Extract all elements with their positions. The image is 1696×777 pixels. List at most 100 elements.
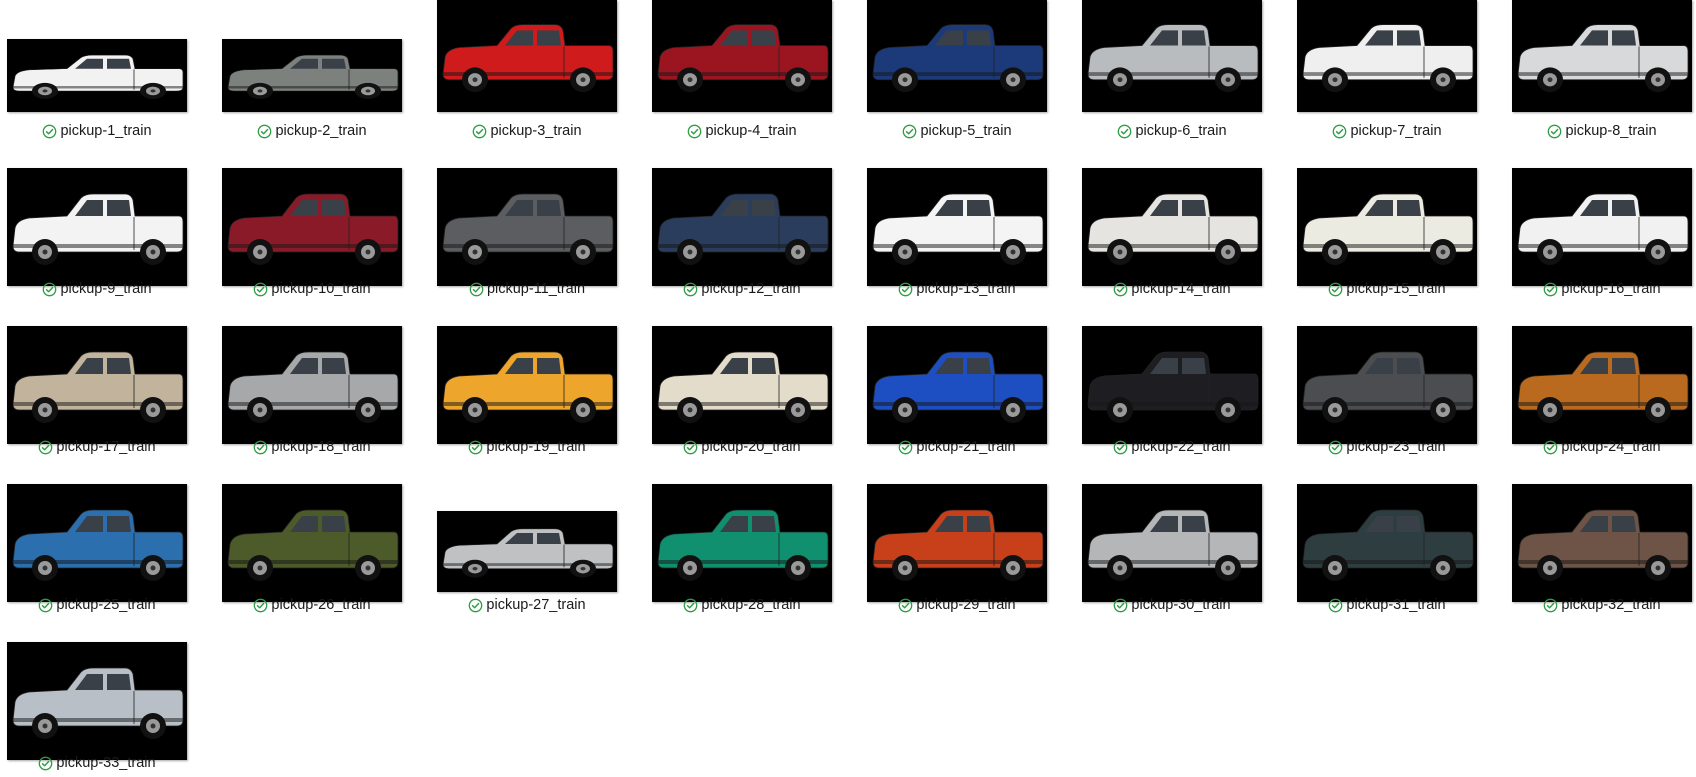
file-caption[interactable]: pickup-6_train [1082,121,1262,141]
file-thumbnail[interactable] [437,168,617,286]
file-item[interactable]: pickup-26_train [222,474,402,622]
file-thumbnail[interactable] [1512,0,1692,112]
file-caption[interactable]: pickup-9_train [7,279,187,299]
file-item[interactable]: pickup-11_train [437,158,617,306]
file-caption[interactable]: pickup-10_train [222,279,402,299]
file-item[interactable]: pickup-22_train [1082,316,1262,464]
file-thumbnail[interactable] [1082,326,1262,444]
file-thumbnail[interactable] [1512,484,1692,602]
file-item[interactable]: pickup-6_train [1082,0,1262,148]
file-caption[interactable]: pickup-14_train [1082,279,1262,299]
file-thumbnail[interactable] [1512,168,1692,286]
file-item[interactable]: pickup-5_train [867,0,1047,148]
file-thumbnail[interactable] [867,326,1047,444]
file-caption[interactable]: pickup-18_train [222,437,402,457]
file-thumbnail[interactable] [222,326,402,444]
file-item[interactable]: pickup-3_train [437,0,617,148]
file-caption[interactable]: pickup-13_train [867,279,1047,299]
file-item[interactable]: pickup-29_train [867,474,1047,622]
file-item[interactable]: pickup-20_train [652,316,832,464]
file-item[interactable]: pickup-21_train [867,316,1047,464]
file-item[interactable]: pickup-16_train [1512,158,1692,306]
file-thumbnail[interactable] [1082,168,1262,286]
file-item[interactable]: pickup-8_train [1512,0,1692,148]
file-caption[interactable]: pickup-31_train [1297,595,1477,615]
file-thumbnail[interactable] [437,326,617,444]
file-caption[interactable]: pickup-4_train [652,121,832,141]
file-caption[interactable]: pickup-17_train [7,437,187,457]
file-caption[interactable]: pickup-7_train [1297,121,1477,141]
file-caption[interactable]: pickup-24_train [1512,437,1692,457]
file-thumbnail[interactable] [7,642,187,760]
file-caption[interactable]: pickup-2_train [222,121,402,141]
file-thumbnail[interactable] [652,484,832,602]
file-caption[interactable]: pickup-23_train [1297,437,1477,457]
file-thumbnail[interactable] [437,511,617,592]
file-caption[interactable]: pickup-27_train [437,595,617,615]
file-item[interactable]: pickup-10_train [222,158,402,306]
file-thumbnail[interactable] [652,168,832,286]
file-thumbnail[interactable] [7,39,187,112]
file-thumbnail[interactable] [437,0,617,112]
file-item[interactable]: pickup-18_train [222,316,402,464]
file-item[interactable]: pickup-33_train [7,632,187,777]
file-caption[interactable]: pickup-30_train [1082,595,1262,615]
file-thumbnail[interactable] [222,168,402,286]
file-caption[interactable]: pickup-3_train [437,121,617,141]
file-thumbnail[interactable] [1297,0,1477,112]
file-caption[interactable]: pickup-11_train [437,279,617,299]
file-caption[interactable]: pickup-5_train [867,121,1047,141]
file-caption[interactable]: pickup-28_train [652,595,832,615]
file-item[interactable]: pickup-27_train [437,474,617,622]
file-thumbnail[interactable] [652,326,832,444]
file-thumbnail[interactable] [867,168,1047,286]
file-thumbnail[interactable] [222,39,402,112]
file-caption[interactable]: pickup-32_train [1512,595,1692,615]
file-thumbnail[interactable] [1512,326,1692,444]
file-item[interactable]: pickup-30_train [1082,474,1262,622]
file-item[interactable]: pickup-9_train [7,158,187,306]
file-item[interactable]: pickup-28_train [652,474,832,622]
file-caption[interactable]: pickup-21_train [867,437,1047,457]
file-thumbnail[interactable] [1297,484,1477,602]
file-item[interactable]: pickup-4_train [652,0,832,148]
file-thumbnail[interactable] [1297,326,1477,444]
file-thumbnail[interactable] [1297,168,1477,286]
file-caption[interactable]: pickup-33_train [7,753,187,773]
file-thumbnail[interactable] [222,484,402,602]
file-item[interactable]: pickup-23_train [1297,316,1477,464]
file-thumbnail[interactable] [652,0,832,112]
file-item[interactable]: pickup-1_train [7,0,187,148]
file-caption[interactable]: pickup-12_train [652,279,832,299]
file-caption[interactable]: pickup-29_train [867,595,1047,615]
file-item[interactable]: pickup-17_train [7,316,187,464]
file-thumbnail[interactable] [1082,484,1262,602]
file-item[interactable]: pickup-31_train [1297,474,1477,622]
file-item[interactable]: pickup-24_train [1512,316,1692,464]
file-thumbnail[interactable] [7,326,187,444]
truck-image [1302,509,1474,581]
file-caption[interactable]: pickup-16_train [1512,279,1692,299]
file-caption[interactable]: pickup-1_train [7,121,187,141]
file-caption[interactable]: pickup-19_train [437,437,617,457]
file-item[interactable]: pickup-19_train [437,316,617,464]
file-item[interactable]: pickup-7_train [1297,0,1477,148]
file-caption[interactable]: pickup-25_train [7,595,187,615]
file-caption[interactable]: pickup-15_train [1297,279,1477,299]
file-thumbnail[interactable] [1082,0,1262,112]
file-thumbnail[interactable] [7,168,187,286]
file-item[interactable]: pickup-12_train [652,158,832,306]
file-item[interactable]: pickup-15_train [1297,158,1477,306]
file-caption[interactable]: pickup-20_train [652,437,832,457]
file-item[interactable]: pickup-32_train [1512,474,1692,622]
file-caption[interactable]: pickup-8_train [1512,121,1692,141]
file-item[interactable]: pickup-2_train [222,0,402,148]
file-item[interactable]: pickup-13_train [867,158,1047,306]
file-item[interactable]: pickup-25_train [7,474,187,622]
file-thumbnail[interactable] [867,0,1047,112]
file-thumbnail[interactable] [7,484,187,602]
file-item[interactable]: pickup-14_train [1082,158,1262,306]
file-caption[interactable]: pickup-22_train [1082,437,1262,457]
file-thumbnail[interactable] [867,484,1047,602]
file-caption[interactable]: pickup-26_train [222,595,402,615]
